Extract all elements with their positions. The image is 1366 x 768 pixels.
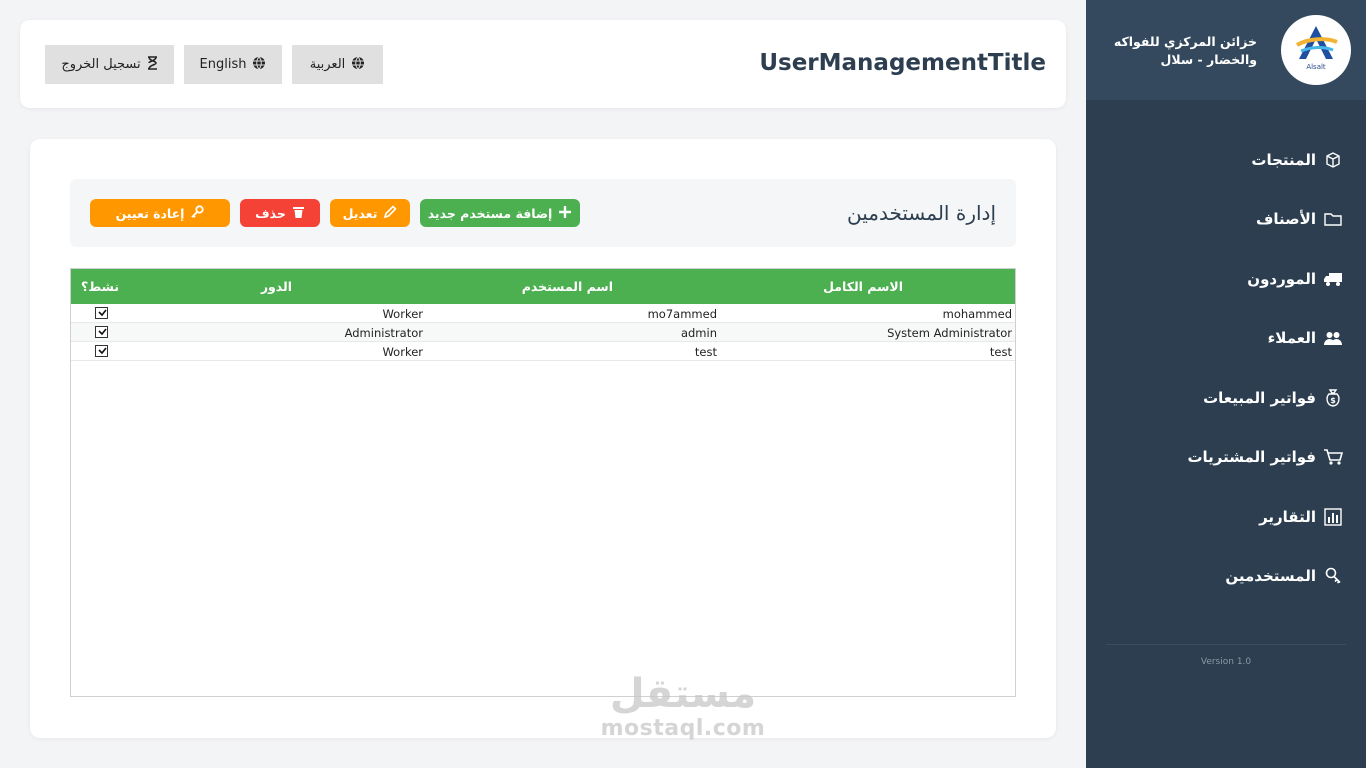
truck-icon (1322, 268, 1344, 290)
folder-icon (1322, 208, 1344, 230)
table-row[interactable]: test test Worker (71, 342, 1015, 361)
table-row[interactable]: mohammed mo7ammed Worker (71, 304, 1015, 323)
sidebar-item-label: العملاء (1267, 329, 1316, 348)
pencil-icon (383, 204, 398, 222)
reset-button-label: إعادة تعيين (115, 205, 185, 221)
sidebar-item-users[interactable]: المستخدمين (1104, 547, 1344, 607)
company-name-line1: خزائن المركزي للفواكه (1113, 34, 1257, 49)
cell-full-name: test (989, 345, 1012, 359)
key-icon (1322, 565, 1344, 587)
sidebar-item-label: الأصناف (1256, 210, 1316, 229)
users-table[interactable]: الاسم الكامل اسم المستخدم الدور نشط؟ moh… (70, 268, 1016, 697)
cell-full-name: mohammed (942, 307, 1012, 321)
version-label: Version 1.0 (1200, 657, 1252, 667)
edit-button-label: تعديل (342, 205, 378, 221)
cell-username: test (694, 345, 717, 359)
sidebar-item-label: الموردون (1247, 269, 1316, 288)
active-checkbox[interactable] (95, 326, 108, 338)
column-header-full-name[interactable]: الاسم الكامل (823, 279, 903, 294)
active-checkbox[interactable] (95, 307, 108, 319)
sidebar-item-label: المنتجات (1251, 150, 1316, 169)
english-button[interactable]: English (184, 45, 282, 84)
toolbar: إعادة تعيين حذف تعديل إضافة مستخدم جديد … (70, 179, 1016, 247)
company-logo: Alsalt (1281, 15, 1351, 85)
sidebar-item-sales-invoices[interactable]: فواتير المبيعات $ (1104, 368, 1344, 428)
hourglass-icon (147, 55, 158, 74)
watermark-arabic: مستقل (609, 671, 757, 717)
delete-button[interactable]: حذف (240, 199, 320, 227)
page-title: UserManagementTitle (759, 50, 1046, 76)
box-icon (1322, 149, 1344, 171)
sidebar-header: Alsalt خزائن المركزي للفواكه والخضار - س… (1086, 0, 1366, 100)
globe-icon (252, 56, 266, 74)
logout-button[interactable]: تسجيل الخروج (45, 45, 174, 84)
table-row[interactable]: System Administrator admin Administrator (71, 323, 1015, 342)
sidebar-item-label: التقارير (1259, 507, 1316, 526)
delete-button-label: حذف (255, 205, 286, 221)
sidebar-item-purchase-invoices[interactable]: فواتير المشتريات (1104, 428, 1344, 488)
sidebar: Alsalt خزائن المركزي للفواكه والخضار - س… (1086, 0, 1366, 768)
watermark: مستقل mostaql.com (598, 672, 768, 742)
sidebar-item-customers[interactable]: العملاء (1104, 309, 1344, 369)
sidebar-nav: المنتجات الأصناف الموردون العملاء فواتير… (1104, 130, 1344, 606)
logo-text: Alsalt (1306, 63, 1326, 71)
header-bar: تسجيل الخروج English العربية UserManagem… (20, 20, 1066, 108)
globe-icon (351, 56, 365, 74)
arabic-button[interactable]: العربية (292, 45, 383, 84)
svg-text:$: $ (1330, 396, 1336, 405)
money-bag-icon: $ (1322, 387, 1344, 409)
arabic-button-label: العربية (309, 57, 346, 72)
column-header-username[interactable]: اسم المستخدم (522, 279, 613, 294)
cell-role: Administrator (344, 326, 423, 340)
plus-icon (558, 205, 572, 222)
add-button-label: إضافة مستخدم جديد (427, 205, 553, 221)
cart-icon (1322, 446, 1344, 468)
sidebar-item-reports[interactable]: التقارير (1104, 487, 1344, 547)
cell-role: Worker (382, 345, 423, 359)
active-checkbox[interactable] (95, 345, 108, 357)
sidebar-item-products[interactable]: المنتجات (1104, 130, 1344, 190)
company-name-line2: والخضار - سلال (1160, 52, 1257, 67)
logout-button-label: تسجيل الخروج (61, 57, 141, 72)
sidebar-item-categories[interactable]: الأصناف (1104, 190, 1344, 250)
reset-password-button[interactable]: إعادة تعيين (90, 199, 230, 227)
sidebar-item-label: فواتير المبيعات (1203, 388, 1316, 407)
people-icon (1322, 327, 1344, 349)
table-header: الاسم الكامل اسم المستخدم الدور نشط؟ (71, 269, 1015, 304)
company-name: خزائن المركزي للفواكه والخضار - سلال (1102, 33, 1257, 69)
column-header-active[interactable]: نشط؟ (81, 279, 119, 294)
sidebar-item-label: المستخدمين (1225, 567, 1316, 586)
english-button-label: English (199, 57, 247, 72)
cell-role: Worker (382, 307, 423, 321)
cell-full-name: System Administrator (887, 326, 1012, 340)
key-icon (190, 204, 205, 222)
bar-chart-icon (1322, 506, 1344, 528)
column-header-role[interactable]: الدور (261, 279, 292, 294)
sidebar-item-label: فواتير المشتريات (1187, 448, 1316, 467)
add-user-button[interactable]: إضافة مستخدم جديد (420, 199, 580, 227)
edit-button[interactable]: تعديل (330, 199, 410, 227)
section-title: إدارة المستخدمين (847, 201, 996, 225)
watermark-url: mostaql.com (600, 716, 766, 741)
trash-icon (292, 205, 305, 222)
sidebar-divider (1106, 644, 1346, 645)
sidebar-item-suppliers[interactable]: الموردون (1104, 249, 1344, 309)
cell-username: mo7ammed (647, 307, 717, 321)
main-panel: إعادة تعيين حذف تعديل إضافة مستخدم جديد … (30, 139, 1056, 738)
cell-username: admin (680, 326, 717, 340)
